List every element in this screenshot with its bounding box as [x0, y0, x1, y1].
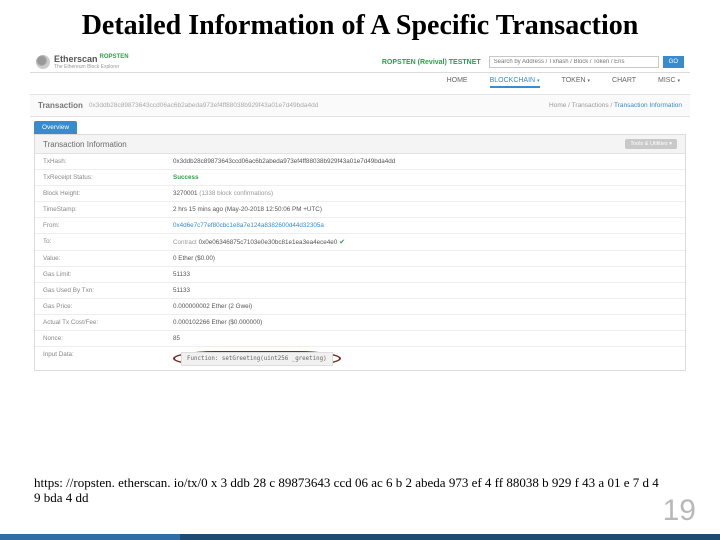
row-to: To: Contract 0x0e06346875c7103e0e30bc81e…: [35, 234, 685, 251]
row-txhash: TxHash: 0x3ddb28c89873643ccd06ac6b2abeda…: [35, 154, 685, 170]
crumb-transactions[interactable]: Transactions: [572, 102, 609, 109]
nav-home[interactable]: HOME: [447, 77, 468, 88]
chevron-down-icon: ▾: [537, 78, 540, 84]
nav-misc[interactable]: MISC ▾: [658, 77, 680, 88]
row-block-height: Block Height: 3270001 (1338 block confir…: [35, 186, 685, 202]
crumb-home[interactable]: Home: [549, 102, 566, 109]
row-gas-limit: Gas Limit: 51133: [35, 267, 685, 283]
logo-network-badge: ROPSTEN: [100, 54, 129, 60]
tab-overview[interactable]: Overview: [34, 121, 77, 134]
logo-name: Etherscan: [54, 54, 98, 64]
go-button[interactable]: GO: [663, 56, 684, 68]
topbar: Etherscan ROPSTEN The Ethereum Block Exp…: [30, 52, 690, 73]
row-gas-price: Gas Price: 0.000000002 Ether (2 Gwei): [35, 299, 685, 315]
search-input[interactable]: [489, 56, 659, 68]
input-data-highlight-oval: Function: setGreeting(uint256 _greeting): [173, 351, 341, 366]
row-value: Value: 0 Ether ($0.00): [35, 251, 685, 267]
testnet-label: ROPSTEN (Revival) TESTNET: [382, 59, 481, 66]
main-nav: HOME BLOCKCHAIN ▾ TOKEN ▾ CHART MISC ▾: [30, 73, 690, 95]
row-input-data: Input Data: Function: setGreeting(uint25…: [35, 347, 685, 370]
slide-accent-bar: [0, 534, 720, 540]
breadcrumb: Home / Transactions / Transaction Inform…: [549, 102, 682, 109]
crumb-current: Transaction Information: [614, 102, 682, 109]
status-badge: Success: [173, 174, 199, 181]
transaction-info-panel: Transaction Information Tools & Utilitie…: [34, 134, 686, 371]
row-from: From: 0x4d6e7c77ef80cbc1e8a7e124a8382600…: [35, 218, 685, 234]
to-address-link[interactable]: 0x0e06346875c7103e0e30bc81e1ea3ea4ece4e0: [199, 239, 338, 246]
row-receipt-status: TxReceipt Status: Success: [35, 170, 685, 186]
row-tx-cost: Actual Tx Cost/Fee: 0.000102266 Ether ($…: [35, 315, 685, 331]
nav-token[interactable]: TOKEN ▾: [562, 77, 590, 88]
chevron-down-icon: ▾: [677, 78, 680, 84]
panel-title: Transaction Information: [43, 140, 127, 149]
block-link[interactable]: 3270001: [173, 190, 198, 197]
slide-number: 19: [663, 494, 696, 528]
transaction-header: Transaction 0x3ddb28c89873643ccd06ac6b2a…: [30, 95, 690, 117]
nav-blockchain[interactable]: BLOCKCHAIN ▾: [490, 77, 540, 88]
nav-chart[interactable]: CHART: [612, 77, 636, 88]
etherscan-logo-icon: [36, 55, 50, 69]
transaction-label: Transaction: [38, 101, 83, 110]
panel-header: Transaction Information Tools & Utilitie…: [35, 135, 685, 154]
tools-utilities-button[interactable]: Tools & Utilities ▾: [625, 139, 677, 149]
row-timestamp: TimeStamp: 2 hrs 15 mins ago (May-20-201…: [35, 202, 685, 218]
input-data-box: Function: setGreeting(uint256 _greeting): [181, 352, 333, 366]
logo-tagline: The Ethereum Block Explorer: [54, 64, 129, 70]
etherscan-screenshot: Etherscan ROPSTEN The Ethereum Block Exp…: [30, 52, 690, 371]
chevron-down-icon: ▾: [588, 78, 591, 84]
checkmark-icon: ✔: [339, 239, 345, 246]
slide-title: Detailed Information of A Specific Trans…: [0, 0, 720, 50]
transaction-hash-subtitle: 0x3ddb28c89873643ccd06ac6b2abeda973ef4ff…: [89, 102, 318, 109]
logo[interactable]: Etherscan ROPSTEN The Ethereum Block Exp…: [36, 54, 129, 70]
row-gas-used: Gas Used By Txn: 51133: [35, 283, 685, 299]
footer-url: https: //ropsten. etherscan. io/tx/0 x 3…: [34, 476, 660, 506]
row-nonce: Nonce: 85: [35, 331, 685, 347]
from-address-link[interactable]: 0x4d6e7c77ef80cbc1e8a7e124a8382600d44d32…: [173, 222, 324, 229]
